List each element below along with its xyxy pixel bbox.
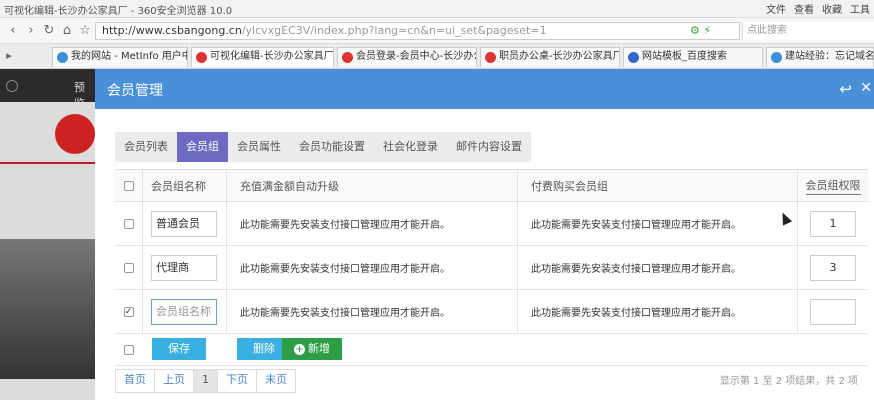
back-icon[interactable]: ↩ [839,80,852,98]
group-name-input[interactable]: 代理商 [151,254,217,281]
pager-last[interactable]: 末页 [257,370,295,392]
sidebar-toggle-icon[interactable]: ▸ [0,47,18,65]
header-group-permission[interactable]: 会员组权限 [805,177,861,195]
browser-tab-office-desk[interactable]: 职员办公桌-长沙办公家具厂 [480,47,620,67]
menu-file[interactable]: 文件 [762,1,790,16]
back-arrow-icon[interactable]: ‹ [4,22,22,40]
browser-menu: 文件 查看 收藏 工具 [762,1,874,16]
site-favicon-icon [342,52,353,63]
url-host: http://www.csbangong.cn [102,24,242,37]
pager-page-1[interactable]: 1 [194,370,218,392]
pager-prev[interactable]: 上页 [155,370,194,392]
tab-member-attributes[interactable]: 会员属性 [228,132,290,162]
browser-tab-site-tips[interactable]: 建站经验：忘记域名是 [766,47,874,67]
address-bar: ‹ › ↻ ⌂ ☆ http://www.csbangong.cn/ylcvxg… [0,18,874,44]
group-name-input[interactable]: 普通会员 [151,210,217,237]
bg-banner-image [0,239,95,379]
header-group-name: 会员组名称 [143,170,227,201]
select-all-checkbox-bottom[interactable] [124,344,134,355]
menu-view[interactable]: 查看 [790,1,818,16]
browser-tab-metinfo[interactable]: 我的网站 - MetInfo 用户中 [52,47,188,67]
member-group-table: 会员组名称 充值满金额自动升级 付费购买会员组 会员组权限 普通会员 此功能需要… [115,169,868,366]
baidu-favicon-icon [628,52,639,63]
plus-icon: + [294,344,305,355]
browser-search-input[interactable]: 点此搜索 [742,22,874,40]
permission-input[interactable] [810,298,856,325]
table-row: 普通会员 此功能需要先安装支付接口管理应用才能开启。 此功能需要先安装支付接口管… [115,202,868,246]
site-favicon-icon [485,52,496,63]
forward-arrow-icon[interactable]: › [22,22,40,40]
pager-next[interactable]: 下页 [218,370,257,392]
paid-purchase-note: 此功能需要先安装支付接口管理应用才能开启。 [531,264,741,275]
browser-tab-bar: ▸ 我的网站 - MetInfo 用户中 可视化编辑-长沙办公家具厂 会员登录-… [0,44,874,69]
refresh-icon[interactable]: ↻ [40,22,58,40]
row-checkbox-checked[interactable]: ✓ [123,306,134,317]
modal-header: 会员管理 ↩ ✕ [95,69,874,109]
tab-social-login[interactable]: 社会化登录 [374,132,447,162]
member-management-modal: 会员管理 ↩ ✕ 会员列表 会员组 会员属性 会员功能设置 社会化登录 邮件内容… [95,69,874,400]
row-checkbox[interactable] [123,262,134,273]
pagination-info: 显示第 1 至 2 项结果，共 2 项 [719,376,858,387]
bg-divider [0,162,95,164]
url-input[interactable]: http://www.csbangong.cn/ylcvxgEC3V/index… [95,22,740,40]
menu-favorites[interactable]: 收藏 [818,1,846,16]
modal-title: 会员管理 [107,83,163,99]
save-button[interactable]: 保存 [152,338,206,360]
browser-title-bar: 可视化编辑-长沙办公家具厂 - 360安全浏览器 10.0 文件 查看 收藏 工… [0,0,874,18]
table-action-row: 保存 删除 + 新增 [115,334,868,366]
bg-preview-link[interactable]: 预览 [74,79,95,111]
permission-input[interactable]: 3 [810,254,856,281]
metinfo-favicon-icon [57,52,68,63]
browser-tab-visual-edit[interactable]: 可视化编辑-长沙办公家具厂 [191,47,334,67]
site-logo [55,114,95,154]
menu-tools[interactable]: 工具 [846,1,874,16]
site-favicon-icon [771,52,782,63]
header-auto-upgrade: 充值满金额自动升级 [227,170,518,201]
tab-member-function-settings[interactable]: 会员功能设置 [290,132,374,162]
auto-upgrade-note: 此功能需要先安装支付接口管理应用才能开启。 [240,264,450,275]
browser-tab-member-login[interactable]: 会员登录-会员中心-长沙办公 [337,47,477,67]
select-all-checkbox[interactable] [123,180,134,191]
tab-email-content-settings[interactable]: 邮件内容设置 [447,132,531,162]
metinfo-logo-icon [6,80,18,92]
paid-purchase-note: 此功能需要先安装支付接口管理应用才能开启。 [531,220,741,231]
auto-upgrade-note: 此功能需要先安装支付接口管理应用才能开启。 [240,308,450,319]
tab-member-list[interactable]: 会员列表 [115,132,177,162]
table-header-row: 会员组名称 充值满金额自动升级 付费购买会员组 会员组权限 [115,170,868,202]
home-icon[interactable]: ⌂ [58,22,76,40]
browser-tab-baidu[interactable]: 网站模板_百度搜索 [623,47,763,67]
bg-top-nav: 预览 [0,69,95,110]
site-favicon-icon [196,52,207,63]
close-icon[interactable]: ✕ [860,80,872,96]
tab-member-group[interactable]: 会员组 [177,132,228,162]
header-paid-purchase: 付费购买会员组 [518,170,798,201]
permission-input[interactable]: 1 [810,210,856,237]
table-row: ✓ 会员组名称 此功能需要先安装支付接口管理应用才能开启。 此功能需要先安装支付… [115,290,868,334]
paid-purchase-note: 此功能需要先安装支付接口管理应用才能开启。 [531,308,741,319]
pager-first[interactable]: 首页 [116,370,155,392]
add-button[interactable]: + 新增 [282,338,342,360]
window-title: 可视化编辑-长沙办公家具厂 - 360安全浏览器 10.0 [4,6,233,17]
security-shield-icon[interactable]: ⚙ ⚡ [690,24,711,37]
star-icon[interactable]: ☆ [76,22,94,40]
auto-upgrade-note: 此功能需要先安装支付接口管理应用才能开启。 [240,220,450,231]
pagination: 首页 上页 1 下页 末页 [115,369,296,393]
member-subtabs: 会员列表 会员组 会员属性 会员功能设置 社会化登录 邮件内容设置 [115,132,531,162]
new-group-name-input[interactable]: 会员组名称 [151,298,217,325]
row-checkbox[interactable] [123,218,134,229]
url-path: /ylcvxgEC3V/index.php?lang=cn&n=ui_set&p… [241,24,547,37]
table-row: 代理商 此功能需要先安装支付接口管理应用才能开启。 此功能需要先安装支付接口管理… [115,246,868,290]
